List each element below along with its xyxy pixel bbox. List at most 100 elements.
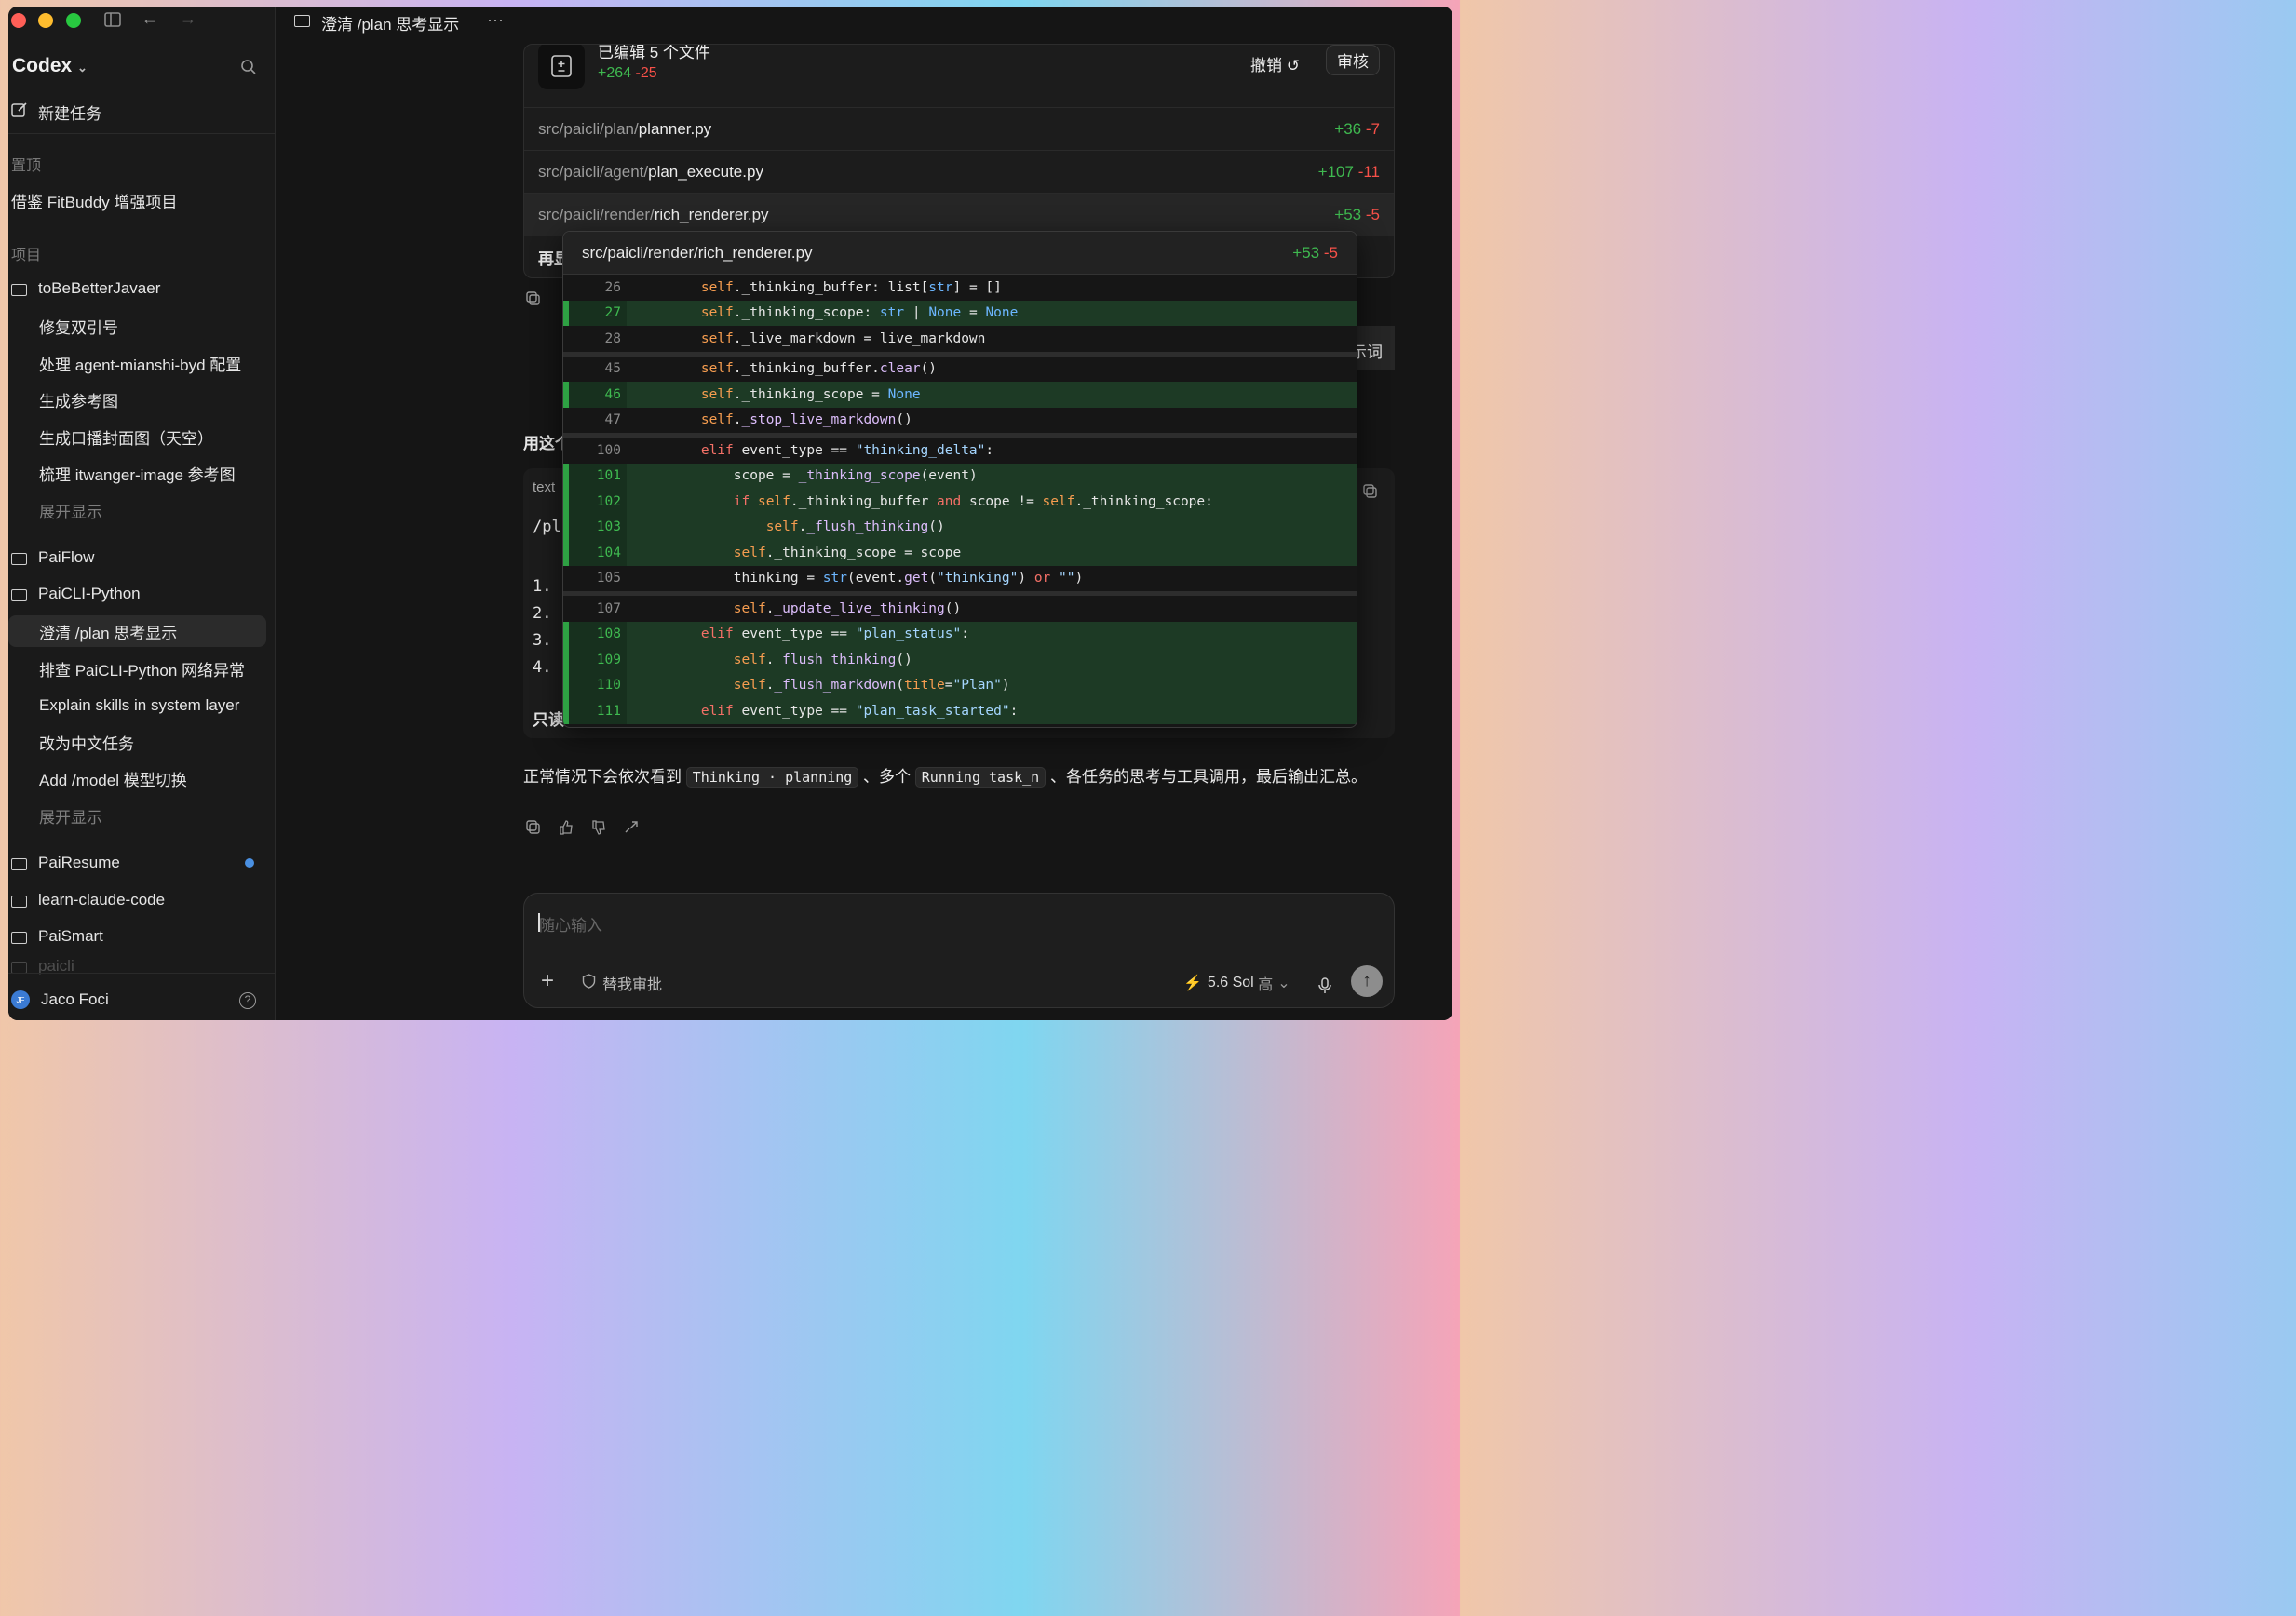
brand-label: Codex — [12, 55, 73, 76]
task-item[interactable]: 处理 agent-mianshi-byd 配置 — [39, 347, 259, 379]
composer[interactable]: 随心输入 + 替我审批 ⚡ 5.6 Sol 高 ⌄ ↑ — [523, 893, 1395, 1008]
code-line-added: 108 elif event_type == "plan_status": — [563, 621, 1357, 647]
code-line: 45 self._thinking_buffer.clear() — [604, 361, 938, 377]
task-label: 生成参考图 — [39, 392, 118, 411]
folder-icon — [11, 931, 27, 944]
undo-icon: ↺ — [1286, 57, 1300, 74]
task-label: 修复双引号 — [39, 318, 118, 337]
back-arrow-icon[interactable]: ← — [142, 10, 158, 27]
task-item[interactable]: 改为中文任务 — [39, 726, 272, 758]
search-icon[interactable] — [240, 59, 257, 78]
diff-file-path: src/paicli/render/rich_renderer.py — [582, 243, 813, 262]
project-name: toBeBetterJavaer — [38, 279, 161, 297]
list-num: 2. — [533, 604, 552, 623]
share-icon[interactable] — [624, 820, 639, 840]
thumbs-down-icon[interactable] — [591, 820, 606, 840]
removed-count: -5 — [1323, 243, 1338, 262]
project-paicli-python[interactable]: PaiCLI-Python — [11, 578, 278, 610]
code-language: text — [533, 479, 556, 495]
task-item[interactable]: 生成口播封面图（天空） — [39, 421, 272, 452]
task-label: 改为中文任务 — [39, 734, 134, 753]
message-text: 、多个 — [858, 768, 915, 786]
composer-placeholder: 随心输入 — [539, 917, 602, 935]
add-attachment-button[interactable]: + — [541, 968, 554, 994]
folder-icon — [11, 961, 27, 974]
task-item[interactable]: 排查 PaiCLI-Python 网络异常 — [39, 653, 259, 684]
list-num: 1. — [533, 577, 552, 596]
project-name: learn-claude-code — [38, 891, 166, 909]
copy-code-icon[interactable] — [1363, 484, 1378, 504]
project-name: PaiResume — [38, 854, 120, 871]
send-button[interactable]: ↑ — [1351, 965, 1383, 997]
brand-menu[interactable]: Codex ⌄ — [12, 55, 88, 77]
sidebar: ← → Codex ⌄ 新建任务 置顶 借鉴 FitBuddy 增强项目 项目 … — [8, 7, 276, 1020]
help-icon[interactable]: ? — [239, 992, 256, 1009]
minimize-window-button[interactable] — [38, 13, 53, 28]
pinned-task-label: 借鉴 FitBuddy 增强项目 — [11, 193, 178, 211]
more-icon[interactable]: ··· — [487, 10, 504, 30]
removed-count: -5 — [1365, 205, 1380, 223]
task-item[interactable]: 梳理 itwanger-image 参考图 — [39, 457, 272, 489]
code-line-added: 110 self._flush_markdown(title="Plan") — [563, 672, 1357, 698]
divider — [8, 133, 276, 134]
expand-button[interactable]: 展开显示 — [39, 494, 272, 526]
forward-arrow-icon[interactable]: → — [180, 10, 196, 27]
copy-icon[interactable] — [526, 291, 541, 311]
expand-label: 展开显示 — [39, 503, 102, 521]
copy-icon[interactable] — [526, 820, 541, 840]
folder-icon — [11, 552, 27, 565]
file-name: rich_renderer.py — [654, 205, 769, 223]
expand-label: 展开显示 — [39, 808, 102, 827]
project-name: PaiCLI-Python — [38, 585, 141, 602]
task-label: 澄清 /plan 思考显示 — [39, 624, 178, 642]
pinned-task-item[interactable]: 借鉴 FitBuddy 增强项目 — [11, 184, 278, 216]
review-button[interactable]: 审核 — [1326, 45, 1380, 75]
assistant-message: 正常情况下会依次看到 Thinking · planning 、多个 Runni… — [523, 763, 1398, 791]
list-num: 4. — [533, 658, 552, 677]
expand-button[interactable]: 展开显示 — [39, 800, 272, 831]
user-profile[interactable]: JF Jaco Foci — [11, 984, 278, 1016]
code-footer-text: 只读 — [533, 711, 564, 729]
code-line: 107 self._update_live_thinking() — [596, 600, 962, 616]
task-item[interactable]: 修复双引号 — [39, 310, 272, 342]
project-learn-claude-code[interactable]: learn-claude-code — [11, 884, 278, 916]
folder-icon — [11, 857, 27, 870]
projects-heading: 项目 — [11, 248, 42, 263]
task-item-active[interactable]: 澄清 /plan 思考显示 — [8, 615, 266, 647]
task-label: 生成口播封面图（天空） — [39, 429, 213, 448]
chevron-down-icon: ⌄ — [77, 61, 88, 74]
file-row[interactable]: src/paicli/plan/planner.py +36 -7 — [524, 107, 1394, 150]
maximize-window-button[interactable] — [66, 13, 81, 28]
file-name: plan_execute.py — [648, 162, 763, 181]
project-tobebetterjavaer[interactable]: toBeBetterJavaer — [11, 273, 278, 304]
project-paiflow[interactable]: PaiFlow — [11, 542, 278, 573]
divider — [8, 973, 276, 974]
file-dir: src/paicli/plan/ — [538, 119, 639, 138]
file-row[interactable]: src/paicli/agent/plan_execute.py +107 -11 — [524, 150, 1394, 193]
close-window-button[interactable] — [11, 13, 26, 28]
task-item[interactable]: Explain skills in system layer — [39, 690, 272, 721]
pinned-heading: 置顶 — [11, 158, 42, 174]
file-dir: src/paicli/render/ — [538, 205, 655, 223]
undo-button[interactable]: 撤销 ↺ — [1250, 52, 1300, 75]
project-pairesume[interactable]: PaiResume — [11, 847, 278, 879]
thumbs-up-icon[interactable] — [559, 820, 574, 840]
file-row-hovered[interactable]: src/paicli/render/rich_renderer.py +53 -5 — [524, 193, 1394, 236]
task-label: Add /model 模型切换 — [39, 771, 187, 789]
edits-title: 已编辑 5 个文件 — [598, 44, 710, 61]
model-name: 5.6 Sol — [1207, 975, 1254, 990]
added-count: +53 — [1334, 205, 1362, 223]
topbar: 澄清 /plan 思考显示 ··· — [277, 7, 1452, 47]
microphone-icon[interactable] — [1318, 977, 1331, 994]
task-item[interactable]: Add /model 模型切换 — [39, 762, 272, 794]
sidebar-toggle-icon[interactable] — [104, 12, 121, 30]
folder-icon — [11, 283, 27, 296]
page-title: 澄清 /plan 思考显示 — [321, 16, 460, 34]
code-line-added: 27 self._thinking_scope: str | None = No… — [563, 300, 1357, 326]
approval-mode-button[interactable]: 替我审批 — [582, 972, 662, 994]
model-selector[interactable]: ⚡ 5.6 Sol 高 ⌄ — [1183, 972, 1290, 994]
code-line: 105 thinking = str(event.get("thinking")… — [596, 571, 1084, 586]
task-item[interactable]: 生成参考图 — [39, 384, 272, 415]
new-task-button[interactable]: 新建任务 — [11, 96, 278, 128]
project-paismart[interactable]: PaiSmart — [11, 921, 278, 952]
